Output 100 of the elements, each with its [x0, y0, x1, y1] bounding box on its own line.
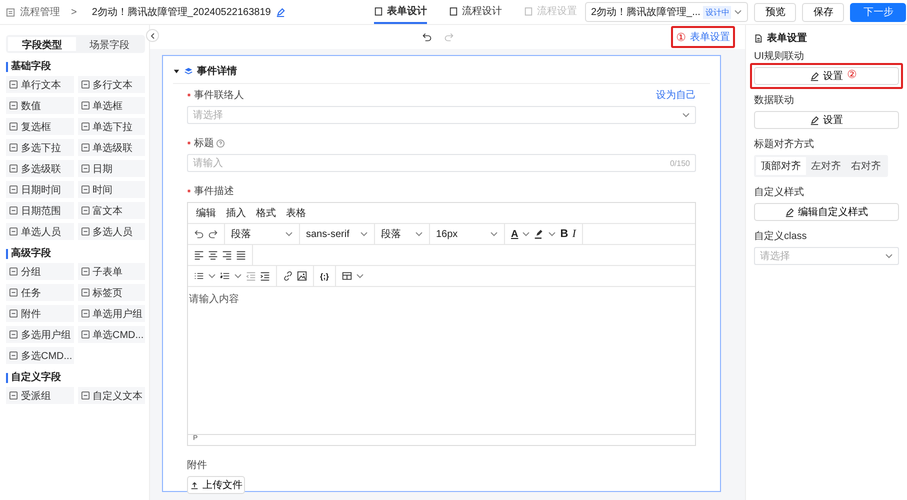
bold-button[interactable]: B	[560, 228, 568, 240]
align-justify-icon[interactable]	[236, 250, 246, 260]
collapse-button[interactable]	[146, 29, 159, 42]
field-type-item[interactable]: 日期范围	[6, 202, 74, 219]
undo-icon[interactable]	[422, 32, 432, 42]
settings-button[interactable]: 设置	[754, 111, 899, 129]
layers-icon	[184, 66, 193, 76]
chevron-down-icon	[356, 272, 364, 280]
field-type-icon	[9, 164, 18, 173]
annotation-number: ①	[676, 30, 686, 44]
field-type-icon	[9, 267, 18, 276]
field-type-icon	[9, 185, 18, 194]
segment-option[interactable]: 左对齐	[806, 157, 846, 175]
field-type-icon	[9, 330, 18, 339]
field-type-item[interactable]: 任务	[6, 284, 74, 301]
field-type-item[interactable]: 受派组	[6, 387, 74, 404]
field-type-item[interactable]: 分组	[6, 263, 74, 280]
field-type-item[interactable]: 数值	[6, 97, 74, 114]
palette-tab[interactable]: 字段类型	[8, 37, 76, 51]
caret-down-icon[interactable]	[173, 68, 180, 74]
palette-tab[interactable]: 场景字段	[76, 37, 143, 51]
settings-button[interactable]: 编辑自定义样式	[754, 203, 899, 221]
align-left-icon[interactable]	[194, 250, 204, 260]
highlighter-icon[interactable]	[534, 229, 544, 239]
field-type-icon	[80, 164, 90, 173]
form-settings-link[interactable]: 表单设置	[690, 30, 730, 44]
italic-button[interactable]: I	[572, 228, 576, 240]
step-tab[interactable]: 流程设计	[449, 0, 502, 24]
field-type-item[interactable]: 多选人员	[78, 223, 145, 240]
font-color-button[interactable]: A	[511, 228, 518, 240]
panel-title: 表单设置	[767, 32, 807, 45]
editor-menu-item[interactable]: 编辑	[196, 206, 216, 220]
field-type-item[interactable]: 单选框	[78, 97, 145, 114]
link-icon[interactable]	[283, 271, 293, 281]
segment-option[interactable]: 右对齐	[846, 157, 886, 175]
code-button[interactable]: {;}	[320, 272, 329, 280]
field-type-item[interactable]: 单选下拉	[78, 118, 145, 135]
editor-dropdown[interactable]: 段落	[375, 224, 430, 244]
field-type-item[interactable]: 多选CMD...	[6, 347, 74, 364]
align-right-icon[interactable]	[222, 250, 232, 260]
image-icon[interactable]	[297, 271, 307, 281]
field-type-item[interactable]: 多选用户组	[6, 326, 74, 343]
toolbar-button[interactable]: 保存	[802, 2, 844, 22]
pencil-icon[interactable]	[276, 8, 285, 16]
field-type-item[interactable]: 单选级联	[78, 139, 145, 156]
numbered-list-icon[interactable]	[220, 271, 230, 281]
editor-placeholder: 请输入内容	[189, 294, 239, 305]
field-label: 事件描述	[194, 184, 234, 198]
upload-button[interactable]: 上传文件	[187, 476, 245, 494]
editor-menu-item[interactable]: 表格	[286, 206, 306, 220]
field-type-item[interactable]: 附件	[6, 305, 74, 322]
undo-icon[interactable]	[194, 229, 204, 239]
field-type-item[interactable]: 单行文本	[6, 76, 74, 93]
toolbar-button[interactable]: 下一步	[850, 2, 906, 22]
field-type-item[interactable]: 单选CMD...	[78, 326, 145, 343]
field-type-item[interactable]: 单选用户组	[78, 305, 145, 322]
setting-label: 自定义class	[754, 230, 808, 243]
version-select[interactable]: 2勿动！腾讯故障管理_... 设计中	[585, 2, 748, 22]
pencil-icon	[810, 116, 819, 124]
pencil-icon	[785, 208, 794, 216]
field-type-item[interactable]: 单选人员	[6, 223, 74, 240]
field-type-icon	[9, 309, 18, 318]
breadcrumb-separator: >	[71, 6, 77, 18]
editor-dropdown[interactable]: 16px	[430, 224, 505, 244]
step-icon	[374, 6, 383, 16]
field-type-item[interactable]: 自定义文本	[78, 387, 145, 404]
set-self-link[interactable]: 设为自己	[656, 88, 696, 102]
required-icon	[187, 141, 191, 145]
field-type-item[interactable]: 时间	[78, 181, 145, 198]
field-type-item[interactable]: 富文本	[78, 202, 145, 219]
segment-option[interactable]: 顶部对齐	[756, 157, 806, 175]
editor-dropdown[interactable]: sans-serif	[300, 224, 375, 244]
field-type-item[interactable]: 复选框	[6, 118, 74, 135]
field-type-icon	[80, 309, 90, 318]
document-icon	[754, 34, 763, 42]
field-type-icon	[80, 143, 90, 152]
field-type-icon	[80, 206, 90, 215]
field-type-item[interactable]: 日期时间	[6, 181, 74, 198]
bullet-list-icon[interactable]	[194, 271, 204, 281]
field-type-item[interactable]: 日期	[78, 160, 145, 177]
status-badge: 设计中	[703, 6, 732, 18]
redo-icon[interactable]	[208, 229, 218, 239]
editor-menu-item[interactable]: 插入	[226, 206, 246, 220]
editor-menu-item[interactable]: 格式	[256, 206, 276, 220]
field-type-icon	[80, 288, 90, 297]
toolbar-button[interactable]: 预览	[754, 2, 796, 22]
chevron-down-icon	[734, 8, 742, 16]
breadcrumb-link[interactable]: 流程管理	[20, 5, 60, 19]
align-center-icon[interactable]	[208, 250, 218, 260]
field-type-item[interactable]: 多选下拉	[6, 139, 74, 156]
field-type-item[interactable]: 多选级联	[6, 160, 74, 177]
group-title: 基础字段	[6, 62, 145, 72]
field-type-icon	[80, 80, 90, 89]
chevron-down-icon	[885, 252, 893, 260]
field-type-item[interactable]: 标签页	[78, 284, 145, 301]
editor-dropdown[interactable]: 段落	[225, 224, 300, 244]
field-type-item[interactable]: 多行文本	[78, 76, 145, 93]
indent-icon[interactable]	[260, 271, 270, 281]
table-icon[interactable]	[342, 271, 352, 281]
field-type-item[interactable]: 子表单	[78, 263, 145, 280]
